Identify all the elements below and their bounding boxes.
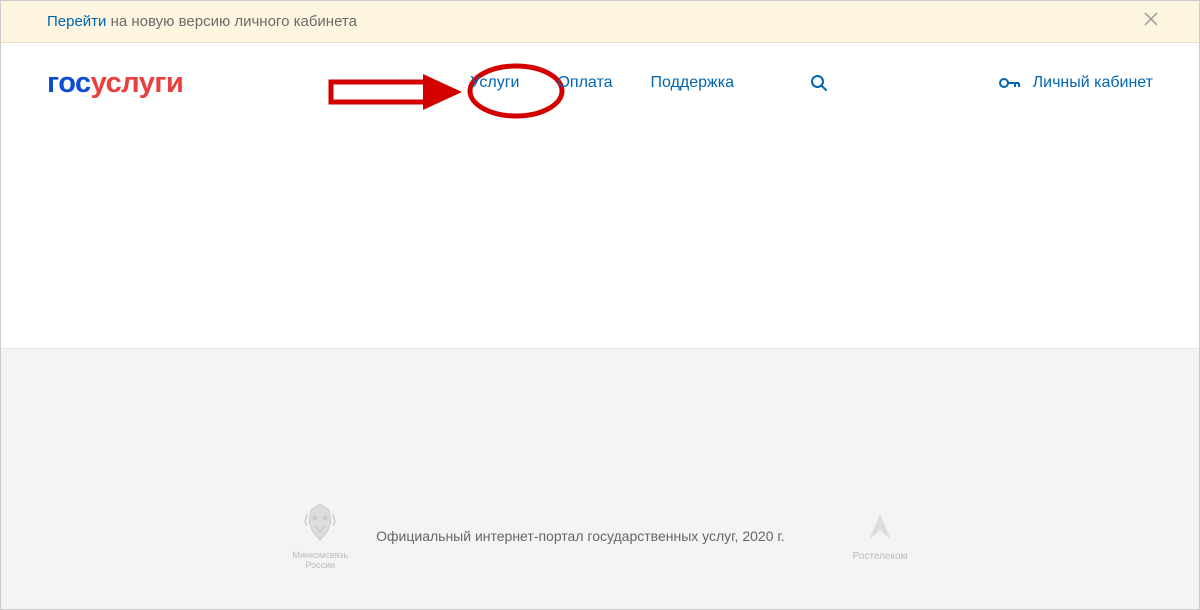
annotation-arrow — [328, 74, 462, 115]
rostelekom-label: Ростелеком — [853, 551, 908, 562]
ministry-logo: Минкомсвязь России — [293, 502, 349, 570]
rostelekom-icon — [867, 510, 893, 547]
account-link[interactable]: Личный кабинет — [999, 74, 1153, 92]
footer-divider — [1, 348, 1199, 363]
banner-text[interactable]: Перейти на новую версию личного кабинета — [47, 13, 357, 30]
key-icon — [999, 76, 1021, 90]
coat-of-arms-icon — [301, 502, 339, 546]
banner-link[interactable]: Перейти — [47, 13, 106, 30]
header: госуслуги Услуги Оплата Поддержка Личный… — [1, 43, 1199, 123]
footer-text: Официальный интернет-портал государствен… — [376, 528, 785, 544]
nav-support[interactable]: Поддержка — [651, 74, 734, 92]
footer: Минкомсвязь России Официальный интернет-… — [1, 363, 1199, 609]
banner-rest-text: на новую версию личного кабинета — [106, 13, 357, 30]
ministry-label-2: России — [305, 560, 335, 570]
logo-gos: гос — [47, 67, 91, 99]
logo-uslugi: услуги — [91, 67, 184, 99]
rostelekom-logo: Ростелеком — [853, 510, 908, 562]
nav-payment[interactable]: Оплата — [557, 74, 612, 92]
search-icon[interactable] — [810, 74, 828, 92]
notification-banner: Перейти на новую версию личного кабинета — [1, 1, 1199, 43]
account-label: Личный кабинет — [1033, 74, 1153, 92]
annotation-circle — [466, 62, 566, 125]
ministry-label-1: Минкомсвязь — [293, 550, 349, 560]
nav-services[interactable]: Услуги — [470, 74, 519, 92]
main-content — [1, 123, 1199, 348]
close-icon[interactable] — [1143, 11, 1159, 32]
logo[interactable]: госуслуги — [47, 67, 183, 100]
